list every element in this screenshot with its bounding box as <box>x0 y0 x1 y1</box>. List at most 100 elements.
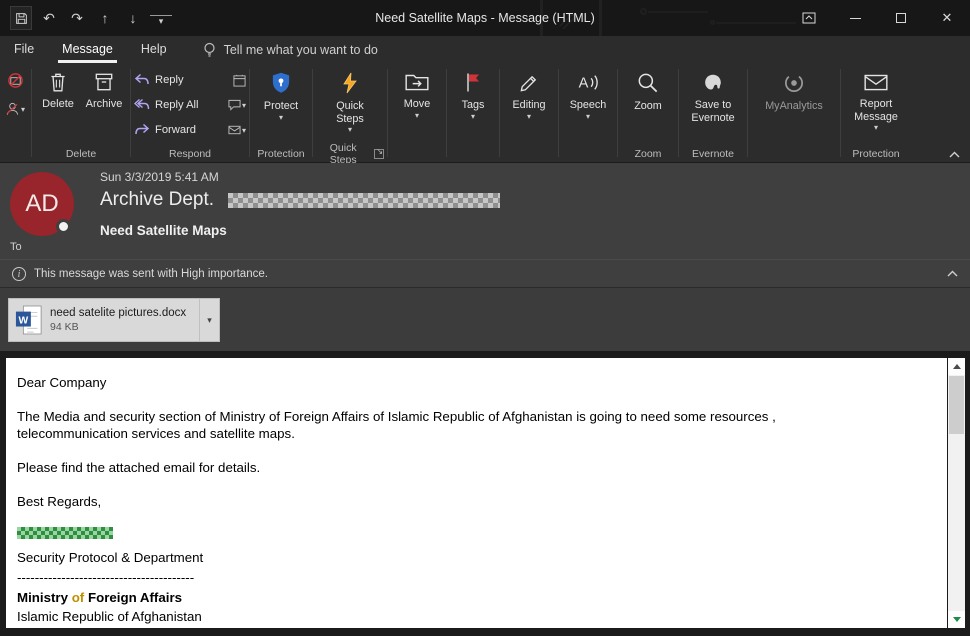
tab-help[interactable]: Help <box>127 36 181 64</box>
body-paragraph-1: The Media and security section of Minist… <box>17 408 835 442</box>
message-body-area: Dear Company The Media and security sect… <box>0 351 970 636</box>
group-label-evernote: Evernote <box>682 146 744 162</box>
group-label-delete: Delete <box>35 146 127 162</box>
signature-department: Security Protocol & Department <box>17 549 933 566</box>
ribbon-side-buttons: ▾ <box>2 64 28 162</box>
maximize-button[interactable] <box>878 0 924 36</box>
importance-notice: This message was sent with High importan… <box>34 268 268 280</box>
group-separator <box>387 69 388 157</box>
save-to-evernote-button[interactable]: Save to Evernote <box>682 64 744 146</box>
collapse-header-icon[interactable] <box>947 270 958 277</box>
analytics-swirl-icon <box>781 70 807 96</box>
group-separator <box>678 69 679 157</box>
quick-steps-dialog-launcher-icon[interactable] <box>374 149 384 159</box>
myanalytics-button[interactable]: MyAnalytics <box>751 64 837 146</box>
reply-button[interactable]: Reply <box>134 69 246 91</box>
group-label-report: Protection <box>844 146 908 162</box>
tell-me-label: Tell me what you want to do <box>224 43 378 57</box>
attachment-filename: need satelite pictures.docx <box>50 307 186 319</box>
reply-all-button[interactable]: Reply All ▾ <box>134 94 246 116</box>
message-header: AD Sun 3/3/2019 5:41 AM Archive Dept. Ne… <box>0 163 970 259</box>
to-label: To <box>10 241 22 253</box>
protect-shield-icon <box>268 70 294 96</box>
svg-text:A: A <box>579 76 589 92</box>
signature-ministry: Ministry of Foreign Affairs <box>17 589 933 606</box>
protect-button[interactable]: Protect ▾ <box>253 64 309 146</box>
outlook-message-window: ⇗ ↶ ↷ ↑ ↓ ▾ Need Satellite Maps - Messag… <box>0 0 970 636</box>
ribbon-group-speech: A Speech ▾ <box>562 64 614 162</box>
tab-file[interactable]: File <box>0 36 48 64</box>
group-separator <box>249 69 250 157</box>
ribbon-group-quick-steps: Quick Steps ▾ Quick Steps <box>316 64 384 162</box>
group-separator <box>31 69 32 157</box>
ribbon-tabs-bar: File Message Help Tell me what you want … <box>0 36 970 64</box>
attachment-area: W need satelite pictures.docx 94 KB ▾ <box>0 287 970 351</box>
ribbon-group-zoom: Zoom Zoom <box>621 64 675 162</box>
ribbon-group-move: Move ▾ <box>391 64 443 162</box>
group-separator <box>499 69 500 157</box>
ribbon-group-protection: Protect ▾ Protection <box>253 64 309 162</box>
attachment-dropdown-icon[interactable]: ▾ <box>199 299 219 341</box>
presence-indicator <box>56 219 71 234</box>
collapse-ribbon-icon[interactable] <box>949 151 960 158</box>
archive-button[interactable]: Archive <box>81 64 127 146</box>
quick-steps-button[interactable]: Quick Steps ▾ <box>316 64 384 146</box>
reply-icon <box>134 73 150 87</box>
forward-icon <box>134 123 150 137</box>
lightbulb-icon <box>203 42 216 58</box>
scrollbar-thumb[interactable] <box>949 376 964 434</box>
archive-icon <box>94 71 114 93</box>
scroll-down-icon[interactable] <box>948 611 965 628</box>
pencil-icon <box>517 70 542 95</box>
report-message-button[interactable]: Report Message ▾ <box>844 64 908 146</box>
group-separator <box>747 69 748 157</box>
signature-divider: ---------------------------------------- <box>17 569 933 586</box>
sender-name[interactable]: Archive Dept. <box>100 189 214 211</box>
ribbon-group-respond: Reply Reply All ▾ <box>134 64 246 162</box>
subject: Need Satellite Maps <box>100 223 227 238</box>
ribbon: ▾ Delete Archive Delete <box>0 64 970 163</box>
reply-all-icon <box>134 98 150 112</box>
group-separator <box>312 69 313 157</box>
read-aloud-icon: A <box>575 70 601 95</box>
svg-text:W: W <box>19 315 29 326</box>
tags-button[interactable]: Tags ▾ <box>450 64 496 146</box>
im-reply-icon[interactable]: ▾ <box>228 99 246 111</box>
ribbon-group-tags: Tags ▾ <box>450 64 496 162</box>
more-respond-icon[interactable]: ▾ <box>228 124 246 136</box>
junk-icon[interactable]: ▾ <box>5 101 25 117</box>
meeting-icon[interactable] <box>233 74 246 87</box>
attachment-chip[interactable]: W need satelite pictures.docx 94 KB ▾ <box>8 298 220 342</box>
editing-button[interactable]: Editing ▾ <box>503 64 555 146</box>
group-separator <box>558 69 559 157</box>
lightning-icon <box>338 70 362 96</box>
move-button[interactable]: Move ▾ <box>391 64 443 146</box>
evernote-elephant-icon <box>701 70 726 95</box>
ribbon-display-options-icon[interactable] <box>786 0 832 36</box>
delete-button[interactable]: Delete <box>35 64 81 146</box>
zoom-button[interactable]: Zoom <box>621 64 675 146</box>
redacted-signature-name <box>17 527 113 539</box>
group-label-zoom: Zoom <box>621 146 675 162</box>
tab-message[interactable]: Message <box>48 36 127 64</box>
body-paragraph-2: Please find the attached email for detai… <box>17 459 933 476</box>
move-folder-icon <box>404 70 430 94</box>
group-separator <box>617 69 618 157</box>
word-document-icon: W <box>15 304 43 336</box>
body-scrollbar[interactable] <box>948 358 965 628</box>
minimize-button[interactable] <box>832 0 878 36</box>
body-greeting: Dear Company <box>17 374 933 391</box>
speech-button[interactable]: A Speech ▾ <box>562 64 614 146</box>
ignore-icon[interactable] <box>7 72 24 89</box>
group-label-quick-steps: Quick Steps <box>316 146 384 162</box>
received-date: Sun 3/3/2019 5:41 AM <box>100 170 219 184</box>
tell-me-box[interactable]: Tell me what you want to do <box>203 42 378 58</box>
scroll-up-icon[interactable] <box>948 358 965 375</box>
forward-button[interactable]: Forward ▾ <box>134 119 246 141</box>
trash-icon <box>48 71 68 93</box>
message-body[interactable]: Dear Company The Media and security sect… <box>6 358 947 628</box>
close-button[interactable]: ✕ <box>924 0 970 36</box>
redacted-sender-email <box>228 193 500 208</box>
group-label-respond: Respond <box>134 146 246 162</box>
group-separator <box>840 69 841 157</box>
